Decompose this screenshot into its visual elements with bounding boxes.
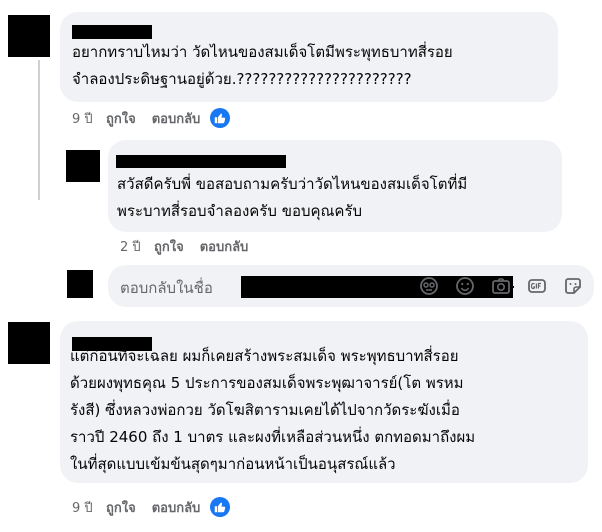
replier-name-redacted[interactable]: [116, 155, 286, 168]
comment-text-line: รังสี) ซึ่งหลวงพ่อกวย วัดโฆสิตารามเคยได้…: [70, 401, 460, 419]
like-icon[interactable]: [210, 108, 231, 128]
reply-button[interactable]: ตอบกลับ: [152, 497, 201, 518]
comment-timestamp[interactable]: 9 ปี: [72, 108, 106, 129]
comment-text-line: พระบาทสี่รอบจำลองครับ ขอบคุณครับ: [117, 202, 363, 220]
comment-actions: 9 ปี ถูกใจ ตอบกลับ: [72, 107, 231, 129]
composer-toolbar: [418, 275, 584, 297]
comment-bubble: อยากทราบไหมว่า วัดไหนของสมเด็จโตมีพระพุท…: [60, 12, 558, 102]
reply-button[interactable]: ตอบกลับ: [152, 108, 201, 129]
like-icon[interactable]: [210, 497, 231, 517]
comment-timestamp[interactable]: 9 ปี: [72, 497, 106, 518]
reply-as-label: ตอบกลับในชื่อ: [120, 279, 213, 297]
gif-icon[interactable]: [526, 275, 548, 297]
commenter-name-redacted[interactable]: [72, 25, 152, 39]
comment-thread: อยากทราบไหมว่า วัดไหนของสมเด็จโตมีพระพุท…: [0, 0, 602, 532]
current-user-avatar[interactable]: [67, 270, 93, 298]
comment-text-line: อยากทราบไหมว่า วัดไหนของสมเด็จโตมีพระพุท…: [72, 43, 453, 61]
comment-text: แต่ก่อนที่จะเฉลย ผมก็เคยสร้างพระสมเด็จ พ…: [70, 343, 475, 478]
commenter-avatar[interactable]: [8, 15, 50, 57]
sticker-icon[interactable]: [562, 275, 584, 297]
comment-text-line: ราวปี 2460 ถึง 1 บาตร และผงที่เหลือส่วนห…: [70, 428, 476, 446]
like-button[interactable]: ถูกใจ: [106, 497, 136, 518]
comment-timestamp[interactable]: 2 ปี: [120, 236, 154, 257]
comment-text-line: แต่ก่อนที่จะเฉลย ผมก็เคยสร้างพระสมเด็จ พ…: [70, 347, 459, 365]
comment-text-line: สวัสดีครับพี่ ขอสอบถามครับว่าวัดไหนของสม…: [117, 175, 468, 193]
comment-text-line: จำลองประดิษฐานอยู่ด้วย.?????????????????…: [72, 70, 412, 88]
reply-composer[interactable]: ตอบกลับในชื่อ: [108, 265, 594, 307]
reply-text: สวัสดีครับพี่ ขอสอบถามครับว่าวัดไหนของสม…: [117, 171, 467, 225]
comment-text: อยากทราบไหมว่า วัดไหนของสมเด็จโตมีพระพุท…: [72, 39, 453, 93]
reply-bubble: สวัสดีครับพี่ ขอสอบถามครับว่าวัดไหนของสม…: [108, 140, 562, 232]
commenter-avatar[interactable]: [8, 322, 50, 364]
comment-bubble: แต่ก่อนที่จะเฉลย ผมก็เคยสร้างพระสมเด็จ พ…: [60, 321, 588, 483]
comment-text-line: ด้วยผงพุทธคุณ 5 ประการของสมเด็จพระพุฒาจา…: [70, 374, 464, 392]
reply-button[interactable]: ตอบกลับ: [200, 236, 249, 257]
emoji-icon[interactable]: [454, 275, 476, 297]
thread-connector-line: [38, 60, 40, 200]
avatar-sticker-icon[interactable]: [418, 275, 440, 297]
replier-avatar[interactable]: [66, 150, 100, 182]
comment-text-line: ในที่สุดแบบเข้มข้นสุดๆมาก่อนหน้าเป็นอนุส…: [70, 455, 396, 473]
like-button[interactable]: ถูกใจ: [106, 108, 136, 129]
camera-icon[interactable]: [490, 275, 512, 297]
like-button[interactable]: ถูกใจ: [154, 236, 184, 257]
reply-actions: 2 ปี ถูกใจ ตอบกลับ: [120, 235, 258, 257]
comment-actions: 9 ปี ถูกใจ ตอบกลับ: [72, 496, 231, 518]
